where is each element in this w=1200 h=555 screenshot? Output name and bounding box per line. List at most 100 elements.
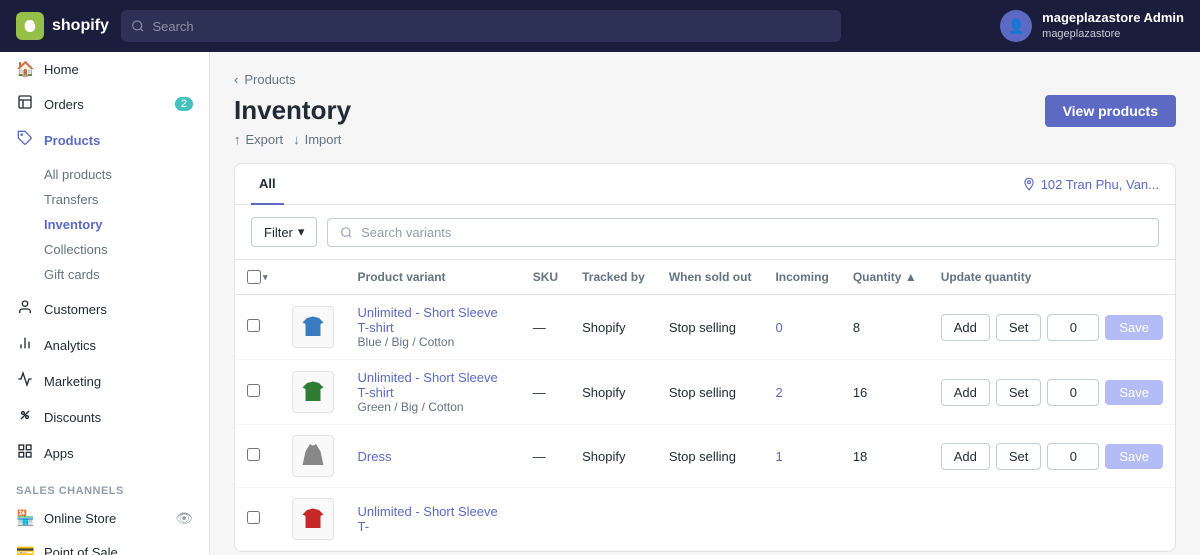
- select-all-checkbox[interactable]: [247, 270, 261, 284]
- eye-icon: 👁: [175, 510, 193, 527]
- td-incoming: 0: [763, 295, 840, 360]
- qty-input[interactable]: [1047, 379, 1099, 406]
- inventory-table: ▾ Product variant SKU Tracked by: [235, 260, 1175, 551]
- view-products-button[interactable]: View products: [1045, 95, 1176, 127]
- product-image-blue: [292, 306, 334, 348]
- sidebar-item-label: Products: [44, 133, 100, 148]
- add-button[interactable]: Add: [941, 379, 990, 406]
- qty-input[interactable]: [1047, 443, 1099, 470]
- set-button[interactable]: Set: [996, 443, 1042, 470]
- row1-checkbox[interactable]: [247, 319, 260, 332]
- search-input[interactable]: [152, 19, 830, 34]
- export-icon: ↑: [234, 132, 241, 147]
- td-sku: —: [521, 295, 570, 360]
- save-button[interactable]: Save: [1105, 315, 1163, 340]
- product-variant-sub: Green / Big / Cotton: [358, 400, 509, 414]
- sidebar-item-apps[interactable]: Apps: [0, 435, 209, 471]
- row4-checkbox[interactable]: [247, 511, 260, 524]
- td-image: [280, 425, 346, 488]
- orders-badge: 2: [175, 97, 193, 111]
- add-button[interactable]: Add: [941, 314, 990, 341]
- th-checkbox: ▾: [235, 260, 280, 295]
- row2-checkbox[interactable]: [247, 384, 260, 397]
- breadcrumb[interactable]: ‹ Products: [234, 72, 1176, 87]
- sidebar-item-label: Apps: [44, 446, 74, 461]
- tab-all[interactable]: All: [251, 164, 284, 205]
- sidebar-item-discounts[interactable]: Discounts: [0, 399, 209, 435]
- pos-icon: 💳: [16, 543, 34, 555]
- td-image: [280, 488, 346, 551]
- sidebar-item-analytics[interactable]: Analytics: [0, 327, 209, 363]
- save-button[interactable]: Save: [1105, 444, 1163, 469]
- set-button[interactable]: Set: [996, 314, 1042, 341]
- product-name-link[interactable]: Unlimited - Short Sleeve T-: [358, 504, 509, 534]
- set-button[interactable]: Set: [996, 379, 1042, 406]
- sidebar-item-orders[interactable]: Orders 2: [0, 86, 209, 122]
- td-quantity: 8: [841, 295, 929, 360]
- header-checkbox-wrap[interactable]: ▾: [247, 270, 268, 284]
- th-quantity: Quantity ▲: [841, 260, 929, 295]
- td-tracked-by: Shopify: [570, 295, 657, 360]
- sidebar-item-label: Point of Sale: [44, 545, 118, 555]
- sidebar-sub-inventory[interactable]: Inventory: [44, 212, 209, 237]
- sidebar-sub-collections[interactable]: Collections: [44, 237, 209, 262]
- sidebar-item-customers[interactable]: Customers: [0, 291, 209, 327]
- products-icon: [16, 130, 34, 150]
- search-variants-bar[interactable]: [327, 218, 1159, 247]
- page-actions: ↑ Export ↓ Import: [234, 132, 351, 147]
- sidebar-item-marketing[interactable]: Marketing: [0, 363, 209, 399]
- sidebar-item-label: Home: [44, 62, 79, 77]
- quantity-controls: Add Set Save: [941, 379, 1163, 406]
- search-bar[interactable]: [121, 10, 841, 42]
- add-button[interactable]: Add: [941, 443, 990, 470]
- sidebar-item-products[interactable]: Products: [0, 122, 209, 158]
- chevron-down-icon-small[interactable]: ▾: [263, 272, 268, 283]
- search-variants-input[interactable]: [361, 225, 1146, 240]
- user-menu[interactable]: 👤 mageplazastore Admin mageplazastore: [1000, 10, 1184, 42]
- inventory-card: All 102 Tran Phu, Van... Filter ▾: [234, 163, 1176, 552]
- td-product-variant: Unlimited - Short Sleeve T-: [346, 488, 521, 551]
- location-selector[interactable]: 102 Tran Phu, Van...: [1022, 177, 1159, 192]
- sidebar-sub-gift-cards[interactable]: Gift cards: [44, 262, 209, 287]
- td-quantity: 16: [841, 360, 929, 425]
- layout: 🏠 Home Orders 2 Products All products Tr…: [0, 52, 1200, 555]
- incoming-link[interactable]: 0: [775, 320, 782, 335]
- filter-button[interactable]: Filter ▾: [251, 217, 317, 247]
- sidebar-item-pos[interactable]: 💳 Point of Sale: [0, 535, 209, 555]
- sidebar-item-home[interactable]: 🏠 Home: [0, 52, 209, 86]
- orders-icon: [16, 94, 34, 114]
- product-name-link[interactable]: Dress: [358, 449, 509, 464]
- product-name-link[interactable]: Unlimited - Short Sleeve T-shirt: [358, 370, 509, 400]
- card-tabs: All 102 Tran Phu, Van...: [235, 164, 1175, 205]
- incoming-link[interactable]: 1: [775, 449, 782, 464]
- sidebar-item-label: Analytics: [44, 338, 96, 353]
- import-button[interactable]: ↓ Import: [293, 132, 341, 147]
- qty-input[interactable]: [1047, 314, 1099, 341]
- product-name-link[interactable]: Unlimited - Short Sleeve T-shirt: [358, 305, 509, 335]
- topbar: shopify 👤 mageplazastore Admin mageplaza…: [0, 0, 1200, 52]
- table-header-row: ▾ Product variant SKU Tracked by: [235, 260, 1175, 295]
- incoming-link[interactable]: 2: [775, 385, 782, 400]
- td-when-sold-out: Stop selling: [657, 360, 764, 425]
- logo[interactable]: shopify: [16, 12, 109, 40]
- export-button[interactable]: ↑ Export: [234, 132, 283, 147]
- save-button[interactable]: Save: [1105, 380, 1163, 405]
- td-product-variant: Unlimited - Short Sleeve T-shirt Green /…: [346, 360, 521, 425]
- sidebar-sub-transfers[interactable]: Transfers: [44, 187, 209, 212]
- import-label: Import: [305, 132, 342, 147]
- sidebar-item-online-store[interactable]: 🏪 Online Store 👁: [0, 501, 209, 535]
- td-quantity: [841, 488, 929, 551]
- search-variants-icon: [340, 226, 353, 239]
- sidebar-item-label: Customers: [44, 302, 107, 317]
- product-image-dress: [292, 435, 334, 477]
- product-image-red: [292, 498, 334, 540]
- product-variant-sub: Blue / Big / Cotton: [358, 335, 509, 349]
- import-icon: ↓: [293, 132, 300, 147]
- chevron-down-icon: ▾: [298, 224, 305, 240]
- logo-icon: [16, 12, 44, 40]
- sidebar-item-label: Orders: [44, 97, 84, 112]
- sidebar-sub-all-products[interactable]: All products: [44, 162, 209, 187]
- home-icon: 🏠: [16, 60, 34, 78]
- td-tracked-by: Shopify: [570, 360, 657, 425]
- row3-checkbox[interactable]: [247, 448, 260, 461]
